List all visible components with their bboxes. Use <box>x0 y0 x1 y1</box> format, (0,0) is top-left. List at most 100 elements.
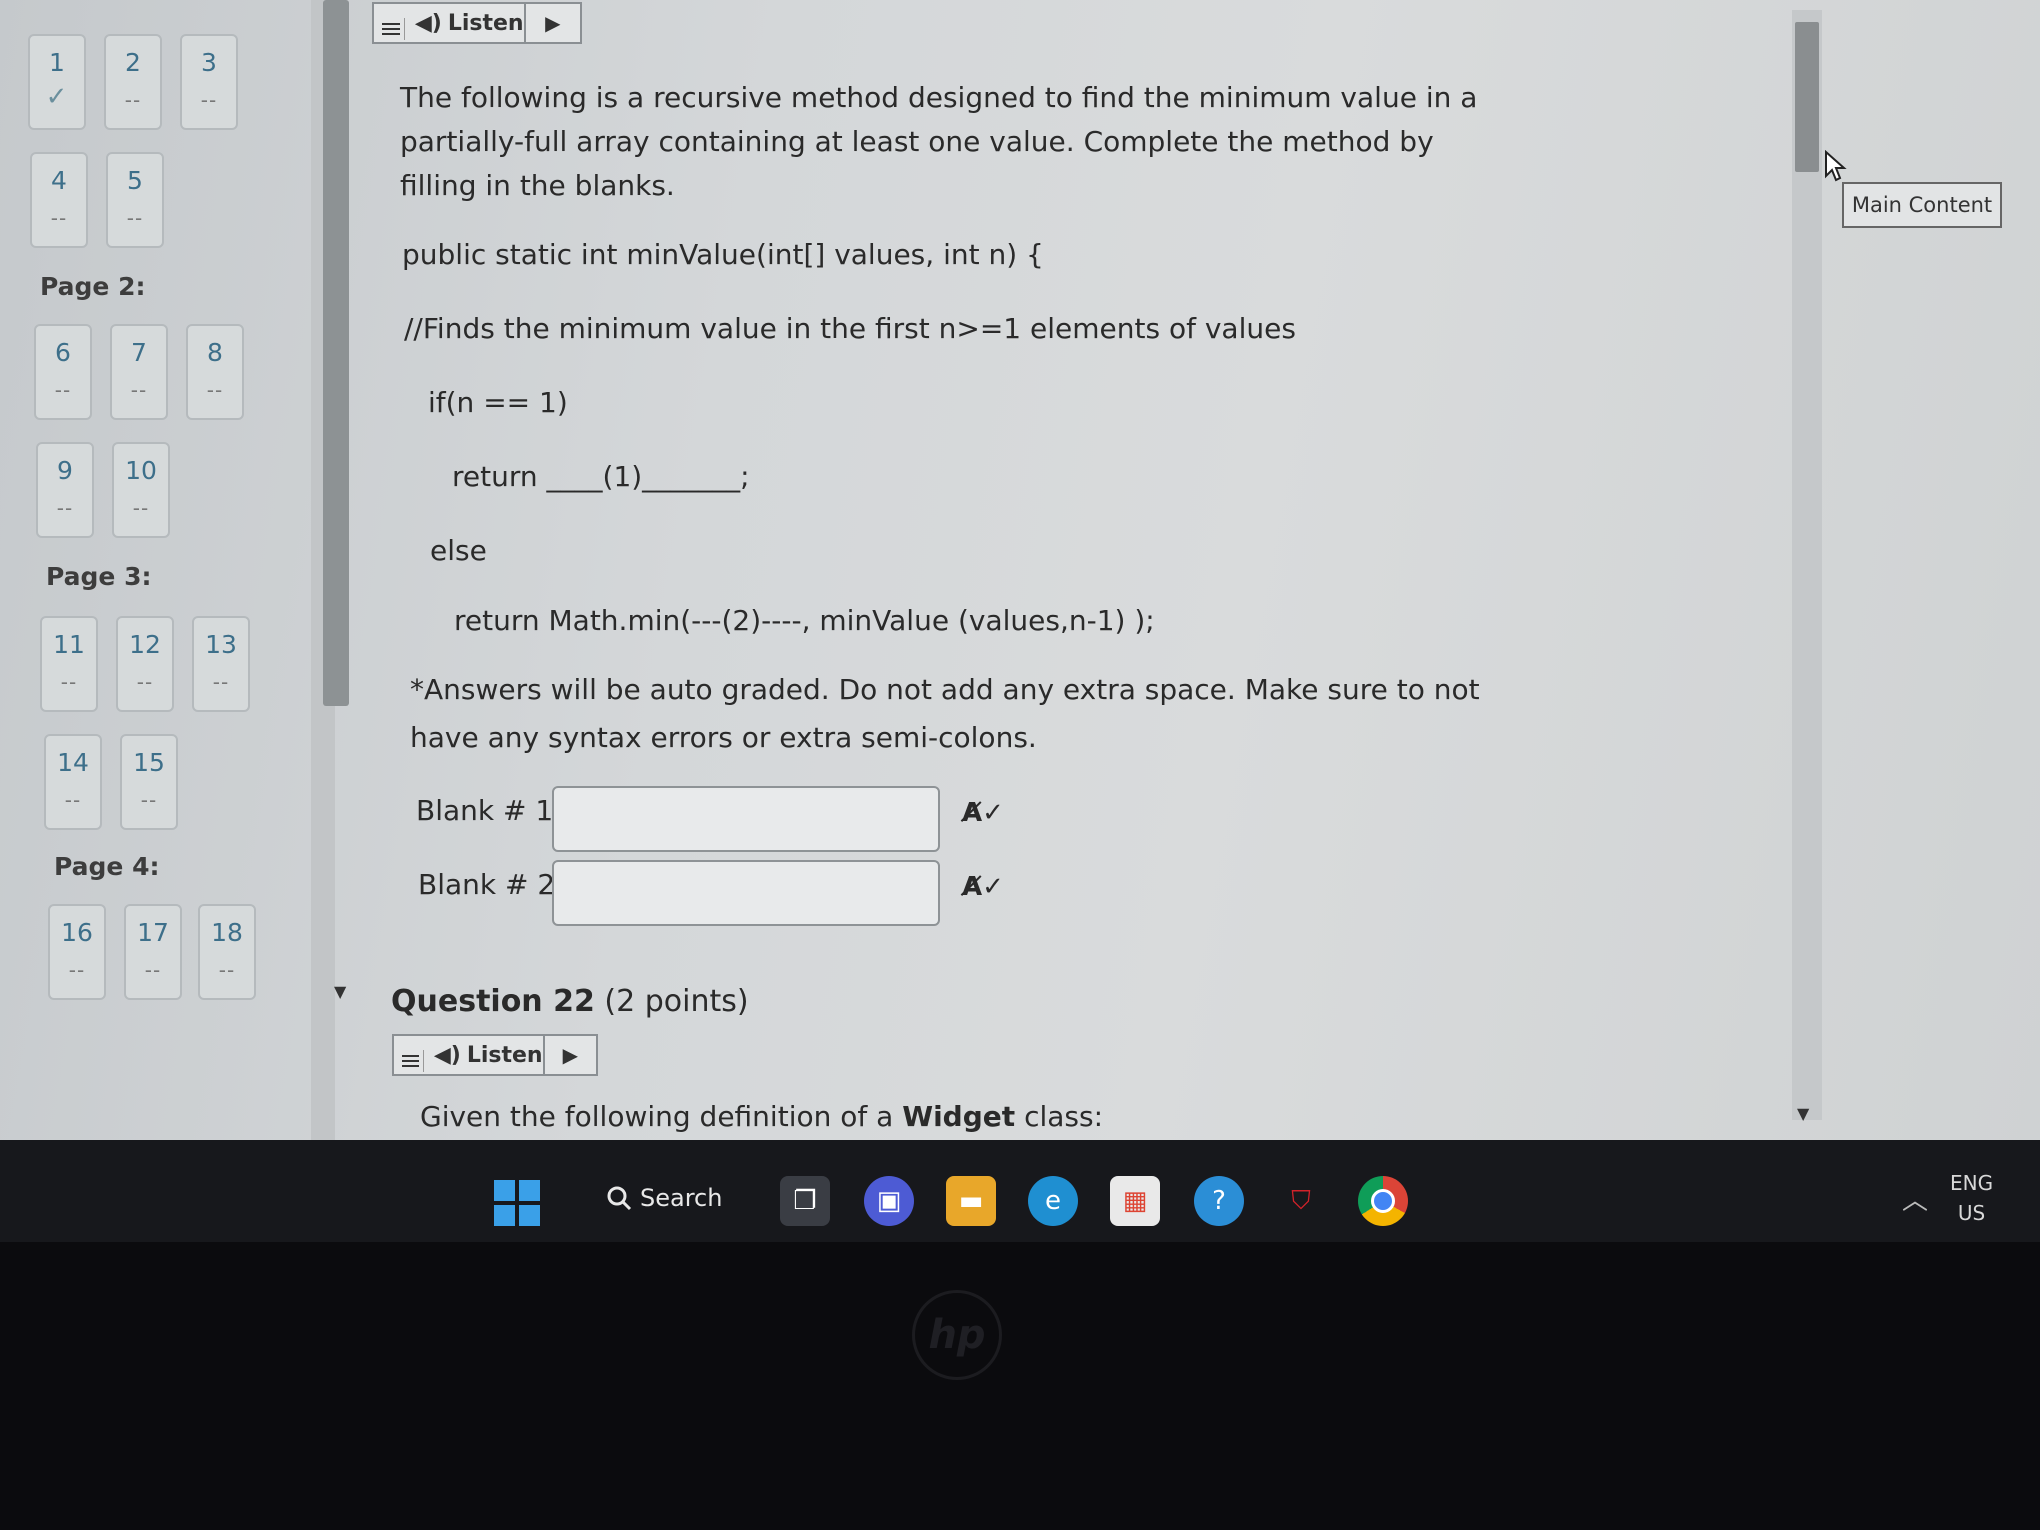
question-state: -- <box>124 88 142 112</box>
speaker-icon: ◀) <box>433 1042 461 1068</box>
question-link-13[interactable]: 13 -- <box>192 616 250 712</box>
help-icon[interactable]: ? <box>1194 1176 1244 1226</box>
question-state: -- <box>60 670 78 694</box>
question-number: 15 <box>133 748 165 777</box>
question-link-17[interactable]: 17 -- <box>124 904 182 1000</box>
question-number: 11 <box>53 630 85 659</box>
language-code: ENG <box>1950 1171 1994 1195</box>
main-scroll-down-icon[interactable]: ▼ <box>1797 1104 1809 1123</box>
question-link-12[interactable]: 12 -- <box>116 616 174 712</box>
main-scrollbar-track[interactable] <box>1792 10 1822 1120</box>
question-state: -- <box>54 378 72 402</box>
browser-viewport: 1 ✓ 2 -- 3 -- 4 -- 5 -- Page 2: 6 -- 7 -- 8 -- 9… <box>0 0 2040 1150</box>
question-number: 10 <box>125 456 157 485</box>
search-label: Search <box>640 1184 723 1212</box>
question-state: -- <box>136 670 154 694</box>
question-number: 13 <box>205 630 237 659</box>
mcafee-icon[interactable]: ⛉ <box>1276 1176 1326 1226</box>
question-state: -- <box>144 958 162 982</box>
menu-icon[interactable] <box>398 1050 424 1072</box>
blank-2-input[interactable] <box>552 860 940 926</box>
play-icon[interactable]: ▶ <box>523 4 580 42</box>
question-link-16[interactable]: 16 -- <box>48 904 106 1000</box>
edge-icon[interactable]: e <box>1028 1176 1078 1226</box>
question-22-text: Given the following definition of a Widg… <box>420 1100 1103 1133</box>
language-indicator[interactable]: ENG US <box>1950 1168 1993 1228</box>
listen-button[interactable]: Listen <box>448 11 524 36</box>
question-22-text-post: class: <box>1024 1100 1104 1133</box>
taskbar-search-button[interactable]: Search <box>606 1184 722 1212</box>
question-link-3[interactable]: 3 -- <box>180 34 238 130</box>
question-link-14[interactable]: 14 -- <box>44 734 102 830</box>
question-number: 14 <box>57 748 89 777</box>
question-state: -- <box>68 958 86 982</box>
question-link-5[interactable]: 5 -- <box>106 152 164 248</box>
question-link-8[interactable]: 8 -- <box>186 324 244 420</box>
speaker-icon: ◀) <box>414 10 442 36</box>
question-number: 7 <box>131 338 147 367</box>
main-content-button[interactable]: Main Content <box>1842 182 2002 228</box>
code-line-comment: //Finds the minimum value in the first n… <box>404 312 1296 345</box>
listen-toolbar: ◀) Listen ▶ <box>392 1034 598 1076</box>
question-link-4[interactable]: 4 -- <box>30 152 88 248</box>
question-state: -- <box>218 958 236 982</box>
blank-1-label: Blank # 1 <box>416 794 554 827</box>
blank-1-input[interactable] <box>552 786 940 852</box>
question-state: -- <box>212 670 230 694</box>
file-explorer-icon[interactable]: ▬ <box>946 1176 996 1226</box>
page-4-label: Page 4: <box>54 852 160 881</box>
menu-icon[interactable] <box>378 18 405 40</box>
question-number: 18 <box>211 918 243 947</box>
question-state: -- <box>50 206 68 230</box>
question-link-11[interactable]: 11 -- <box>40 616 98 712</box>
question-link-2[interactable]: 2 -- <box>104 34 162 130</box>
question-link-9[interactable]: 9 -- <box>36 442 94 538</box>
listen-button[interactable]: Listen <box>467 1043 543 1068</box>
question-number: 9 <box>57 456 73 485</box>
nav-scrollbar-thumb[interactable] <box>323 0 349 706</box>
hp-logo-icon: hp <box>912 1290 1002 1380</box>
question-number: 5 <box>127 166 143 195</box>
blank-2-label: Blank # 2 <box>418 868 556 901</box>
windows-logo-icon[interactable] <box>494 1180 540 1226</box>
spellcheck-icon[interactable]: A̸✓ <box>962 872 1004 902</box>
question-state: -- <box>56 496 74 520</box>
task-view-icon[interactable]: ❐ <box>780 1176 830 1226</box>
question-22-text-bold: Widget <box>902 1100 1016 1133</box>
store-icon[interactable]: ▦ <box>1110 1176 1160 1226</box>
question-number: 8 <box>207 338 223 367</box>
question-state: -- <box>64 788 82 812</box>
code-line-if: if(n == 1) <box>428 386 568 419</box>
question-link-6[interactable]: 6 -- <box>34 324 92 420</box>
chevron-up-icon[interactable]: ︿ <box>1902 1180 1928 1217</box>
nav-scroll-down-icon[interactable]: ▼ <box>334 982 346 1001</box>
question-intro: The following is a recursive method desi… <box>400 81 1478 202</box>
chrome-icon[interactable] <box>1358 1176 1408 1226</box>
question-link-18[interactable]: 18 -- <box>198 904 256 1000</box>
question-number: 12 <box>129 630 161 659</box>
spellcheck-icon[interactable]: A̸✓ <box>962 798 1004 828</box>
question-number: 6 <box>55 338 71 367</box>
code-line-else: else <box>430 534 487 567</box>
code-line-signature: public static int minValue(int[] values,… <box>402 238 1044 271</box>
laptop-bezel <box>0 1242 2040 1530</box>
question-number: 17 <box>137 918 169 947</box>
play-icon[interactable]: ▶ <box>542 1036 596 1074</box>
question-link-15[interactable]: 15 -- <box>120 734 178 830</box>
mouse-cursor-icon <box>1825 150 1847 182</box>
main-scrollbar-thumb[interactable] <box>1795 22 1819 172</box>
question-number: 2 <box>125 48 141 77</box>
question-link-1[interactable]: 1 ✓ <box>28 34 86 130</box>
question-number: 1 <box>49 48 65 77</box>
question-number: 4 <box>51 166 67 195</box>
question-state: -- <box>126 206 144 230</box>
question-state: -- <box>140 788 158 812</box>
question-link-10[interactable]: 10 -- <box>112 442 170 538</box>
question-number: 16 <box>61 918 93 947</box>
meet-icon[interactable]: ▣ <box>864 1176 914 1226</box>
question-22-text-pre: Given the following definition of a <box>420 1100 894 1133</box>
question-link-7[interactable]: 7 -- <box>110 324 168 420</box>
question-state: -- <box>206 378 224 402</box>
question-state: -- <box>130 378 148 402</box>
taskbar: Search ❐ ▣ ▬ e ▦ ? ⛉ ︿ ENG US <box>0 1140 2040 1242</box>
